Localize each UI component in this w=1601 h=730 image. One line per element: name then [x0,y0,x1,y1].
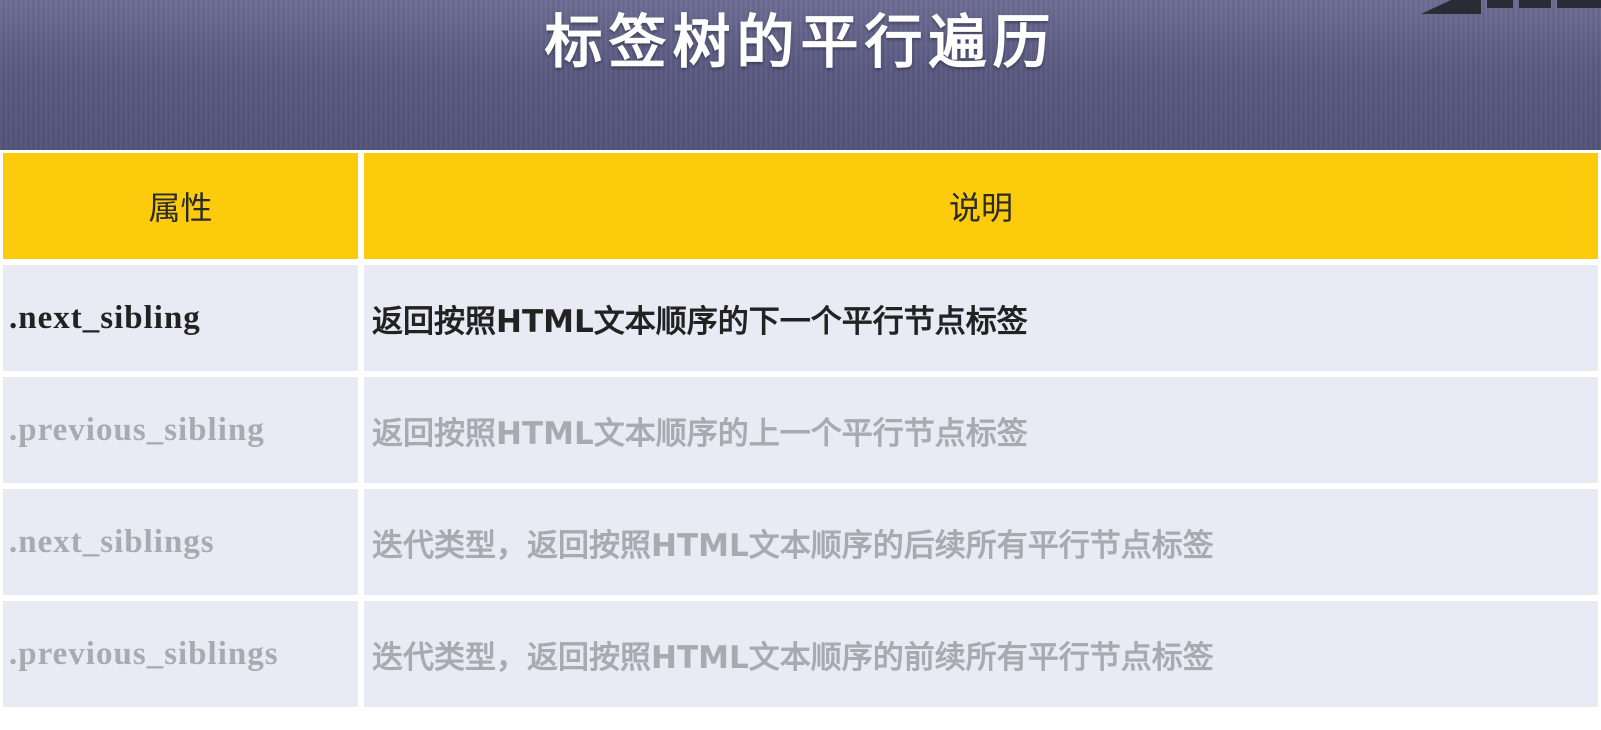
title-banner: 标签树的平行遍历 [0,0,1601,150]
attribute-table: 属性 说明 .next_sibling 返回按照HTML文本顺序的下一个平行节点… [0,147,1601,713]
slide: 标签树的平行遍历 属性 说明 .next_sibling 返回按照HTML文本顺… [0,0,1601,730]
table-row: .next_sibling 返回按照HTML文本顺序的下一个平行节点标签 [3,265,1598,371]
corner-logo-icon [1421,0,1601,14]
description-text: 返回按照HTML文本顺序的上一个平行节点标签 [372,415,1028,452]
table-row: .previous_sibling 返回按照HTML文本顺序的上一个平行节点标签 [3,377,1598,483]
attribute-name: .next_sibling [3,265,358,371]
attribute-description: 迭代类型，返回按照HTML文本顺序的前续所有平行节点标签 [364,601,1598,707]
attribute-name: .previous_sibling [3,377,358,483]
attribute-table-container: 属性 说明 .next_sibling 返回按照HTML文本顺序的下一个平行节点… [0,150,1601,730]
table-row: .next_siblings 迭代类型，返回按照HTML文本顺序的后续所有平行节… [3,489,1598,595]
column-header-attribute: 属性 [3,153,358,259]
table-row: .previous_siblings 迭代类型，返回按照HTML文本顺序的前续所… [3,601,1598,707]
description-text: 迭代类型，返回按照HTML文本顺序的前续所有平行节点标签 [372,639,1214,676]
attribute-description: 返回按照HTML文本顺序的下一个平行节点标签 [364,265,1598,371]
attribute-name: .next_siblings [3,489,358,595]
attribute-description: 返回按照HTML文本顺序的上一个平行节点标签 [364,377,1598,483]
table-header-row: 属性 说明 [3,153,1598,259]
description-text: 返回按照HTML文本顺序的下一个平行节点标签 [372,303,1028,340]
attribute-name: .previous_siblings [3,601,358,707]
attribute-description: 迭代类型，返回按照HTML文本顺序的后续所有平行节点标签 [364,489,1598,595]
slide-title: 标签树的平行遍历 [544,8,1057,76]
description-text: 迭代类型，返回按照HTML文本顺序的后续所有平行节点标签 [372,527,1214,564]
column-header-description: 说明 [364,153,1598,259]
